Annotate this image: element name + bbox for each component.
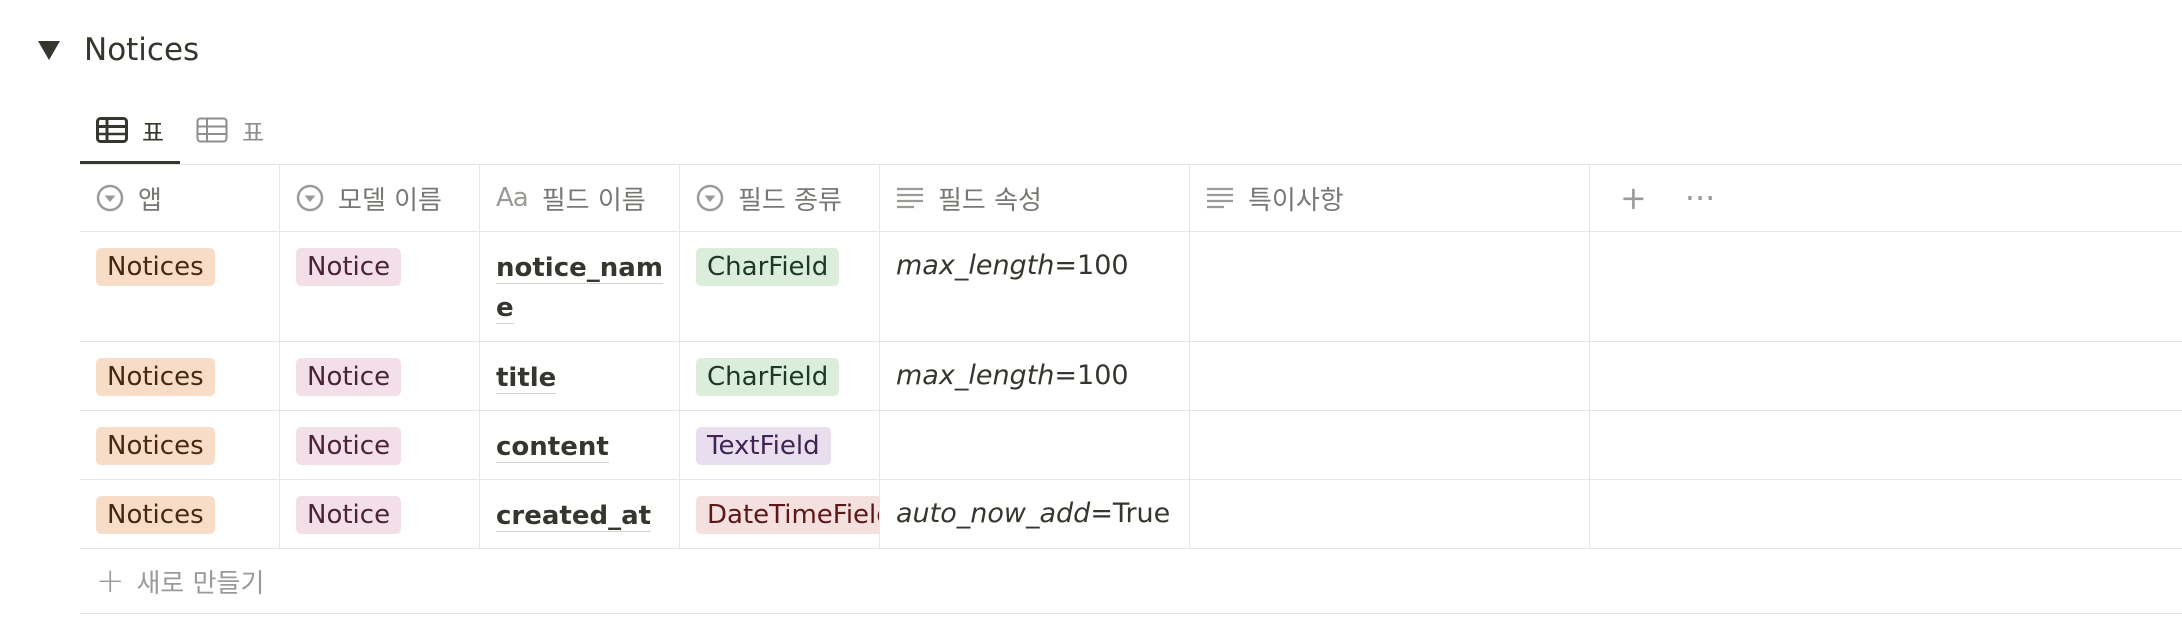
- tab-table-view-2[interactable]: 표: [180, 96, 280, 164]
- app-tag: Notices: [96, 427, 215, 465]
- row-title-link[interactable]: created_at: [496, 501, 652, 532]
- cell-field-type[interactable]: CharField: [680, 342, 880, 410]
- database-table: 앱 모델 이름 Aa 필드 이름 필드 종류 필드 속성 특이사항 + ··· …: [80, 164, 2182, 614]
- cell-app[interactable]: Notices: [80, 480, 280, 548]
- tab-label: 표: [242, 118, 265, 147]
- cell-field-name[interactable]: title: [480, 342, 680, 410]
- attribute-key: auto_now_add: [896, 498, 1091, 529]
- row-title-link[interactable]: notice_name: [496, 253, 663, 324]
- app-tag: Notices: [96, 496, 215, 534]
- attribute-value: =100: [1054, 360, 1129, 391]
- cell-empty: [1590, 411, 2182, 479]
- table-header: 앱 모델 이름 Aa 필드 이름 필드 종류 필드 속성 특이사항 + ···: [80, 164, 2182, 232]
- column-header-field-name[interactable]: Aa 필드 이름: [480, 165, 680, 231]
- more-options-icon[interactable]: ···: [1685, 179, 1716, 217]
- type-tag: CharField: [696, 248, 840, 286]
- model-tag: Notice: [296, 427, 402, 465]
- column-header-model-name[interactable]: 모델 이름: [280, 165, 480, 231]
- app-tag: Notices: [96, 358, 215, 396]
- cell-field-type[interactable]: CharField: [680, 232, 880, 341]
- cell-field-attributes[interactable]: auto_now_add=True: [880, 480, 1190, 548]
- cell-empty: [1590, 232, 2182, 341]
- cell-empty: [1590, 342, 2182, 410]
- cell-field-attributes[interactable]: max_length=100: [880, 232, 1190, 341]
- attribute-key: max_length: [896, 250, 1055, 281]
- cell-field-name[interactable]: notice_name: [480, 232, 680, 341]
- model-tag: Notice: [296, 248, 402, 286]
- column-header-app[interactable]: 앱: [80, 165, 280, 231]
- add-column-icon[interactable]: +: [1620, 179, 1647, 217]
- header-actions: + ···: [1590, 165, 2182, 231]
- attribute-value: =100: [1054, 250, 1129, 281]
- table-row[interactable]: Notices Notice created_at DateTimeField …: [80, 480, 2182, 549]
- select-icon: [296, 184, 324, 212]
- type-tag: DateTimeField: [696, 496, 879, 534]
- row-title-link[interactable]: content: [496, 432, 609, 463]
- cell-app[interactable]: Notices: [80, 232, 280, 341]
- model-tag: Notice: [296, 496, 402, 534]
- cell-app[interactable]: Notices: [80, 411, 280, 479]
- column-header-notes[interactable]: 특이사항: [1190, 165, 1590, 231]
- table-row[interactable]: Notices Notice content TextField: [80, 411, 2182, 480]
- cell-notes[interactable]: [1190, 480, 1590, 548]
- select-icon: [96, 184, 124, 212]
- column-header-field-type[interactable]: 필드 종류: [680, 165, 880, 231]
- cell-field-name[interactable]: created_at: [480, 480, 680, 548]
- model-tag: Notice: [296, 358, 402, 396]
- cell-field-type[interactable]: TextField: [680, 411, 880, 479]
- cell-model[interactable]: Notice: [280, 232, 480, 341]
- text-lines-icon: [897, 187, 923, 209]
- cell-field-name[interactable]: content: [480, 411, 680, 479]
- toggle-triangle-icon[interactable]: [38, 40, 60, 60]
- cell-field-attributes[interactable]: max_length=100: [880, 342, 1190, 410]
- table-icon: [196, 117, 228, 143]
- table-icon: [96, 117, 128, 143]
- app-tag: Notices: [96, 248, 215, 286]
- database-toggle[interactable]: Notices: [34, 22, 199, 78]
- tab-table-view-1[interactable]: 표: [80, 96, 181, 165]
- type-tag: CharField: [696, 358, 840, 396]
- cell-model[interactable]: Notice: [280, 342, 480, 410]
- cell-app[interactable]: Notices: [80, 342, 280, 410]
- type-tag: TextField: [696, 427, 831, 465]
- cell-notes[interactable]: [1190, 232, 1590, 341]
- database-title[interactable]: Notices: [84, 32, 199, 68]
- cell-notes[interactable]: [1190, 411, 1590, 479]
- cell-model[interactable]: Notice: [280, 411, 480, 479]
- text-lines-icon: [1207, 187, 1233, 209]
- cell-field-attributes[interactable]: [880, 411, 1190, 479]
- new-row-button[interactable]: + 새로 만들기: [80, 549, 2182, 614]
- cell-empty: [1590, 480, 2182, 548]
- title-aa-icon: Aa: [496, 183, 529, 213]
- cell-field-type[interactable]: DateTimeField: [680, 480, 880, 548]
- attribute-key: max_length: [896, 360, 1055, 391]
- cell-model[interactable]: Notice: [280, 480, 480, 548]
- column-header-field-attributes[interactable]: 필드 속성: [880, 165, 1190, 231]
- plus-icon: +: [96, 561, 125, 601]
- table-row[interactable]: Notices Notice title CharField max_lengt…: [80, 342, 2182, 411]
- view-tabs: 표 표: [80, 96, 280, 165]
- row-title-link[interactable]: title: [496, 363, 557, 394]
- table-row[interactable]: Notices Notice notice_name CharField max…: [80, 232, 2182, 342]
- select-icon: [696, 184, 724, 212]
- new-row-label: 새로 만들기: [136, 568, 265, 599]
- cell-notes[interactable]: [1190, 342, 1590, 410]
- attribute-value: =True: [1090, 498, 1171, 529]
- tab-label: 표: [142, 118, 165, 147]
